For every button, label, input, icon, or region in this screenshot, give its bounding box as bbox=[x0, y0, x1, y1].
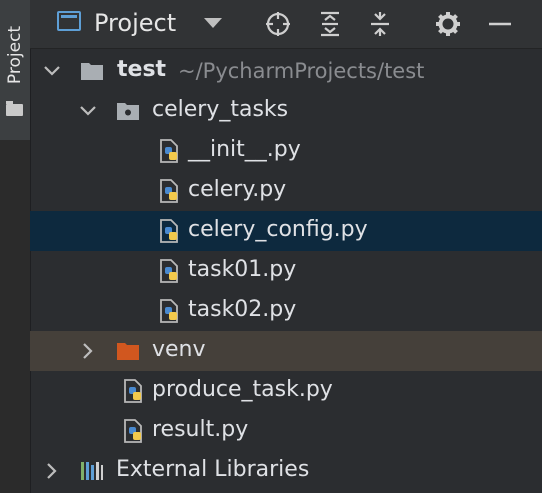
tree-row-external-libraries[interactable]: External Libraries bbox=[30, 451, 542, 491]
tree-row-file[interactable]: __init__.py bbox=[30, 131, 542, 171]
tree-item-label: celery_config.py bbox=[188, 217, 368, 242]
python-file-icon bbox=[122, 379, 146, 403]
tree-row-root[interactable]: test ~/PycharmProjects/test bbox=[30, 51, 542, 91]
python-file-icon bbox=[158, 259, 182, 283]
package-folder-icon bbox=[116, 99, 140, 123]
chevron-right-icon[interactable] bbox=[42, 461, 62, 481]
tree-item-label: venv bbox=[152, 337, 206, 362]
project-panel-header: Project bbox=[30, 0, 542, 49]
tree-item-label: celery.py bbox=[188, 177, 287, 202]
folder-icon bbox=[6, 101, 23, 116]
chevron-down-icon[interactable] bbox=[42, 61, 62, 81]
tree-row-file[interactable]: task01.py bbox=[30, 251, 542, 291]
project-path: ~/PycharmProjects/test bbox=[178, 59, 425, 83]
project-view-selector[interactable]: Project bbox=[94, 9, 176, 37]
tree-item-label: task01.py bbox=[188, 257, 297, 282]
chevron-right-icon[interactable] bbox=[78, 341, 98, 361]
tree-row-venv[interactable]: venv bbox=[30, 331, 542, 371]
tree-row-package[interactable]: celery_tasks bbox=[30, 91, 542, 131]
project-view-icon bbox=[57, 11, 81, 31]
tree-item-label: result.py bbox=[152, 417, 249, 442]
tree-item-label: test bbox=[117, 57, 167, 82]
tool-window-strip: Project bbox=[0, 0, 31, 493]
tree-row-file[interactable]: celery.py bbox=[30, 171, 542, 211]
tree-row-file[interactable]: result.py bbox=[30, 411, 542, 451]
expand-all-icon[interactable] bbox=[316, 10, 344, 38]
project-tool-tab[interactable]: Project bbox=[0, 0, 30, 140]
collapse-all-icon[interactable] bbox=[366, 10, 394, 38]
tree-item-label: External Libraries bbox=[116, 457, 310, 482]
tree-item-label: celery_tasks bbox=[152, 97, 289, 122]
tree-item-label: __init__.py bbox=[188, 137, 301, 162]
project-tool-tab-label: Project bbox=[5, 25, 25, 85]
tree-item-label: produce_task.py bbox=[152, 377, 333, 402]
folder-icon bbox=[80, 59, 104, 83]
locate-file-icon[interactable] bbox=[264, 10, 292, 38]
python-file-icon bbox=[158, 219, 182, 243]
python-file-icon bbox=[158, 139, 182, 163]
chevron-down-icon[interactable] bbox=[78, 101, 98, 121]
hide-panel-icon[interactable] bbox=[486, 10, 514, 38]
python-file-icon bbox=[158, 179, 182, 203]
tree-row-file[interactable]: produce_task.py bbox=[30, 371, 542, 411]
library-icon bbox=[80, 459, 104, 483]
excluded-folder-icon bbox=[116, 339, 140, 363]
python-file-icon bbox=[158, 299, 182, 323]
dropdown-caret-icon[interactable] bbox=[204, 18, 222, 28]
tree-row-file[interactable]: task02.py bbox=[30, 291, 542, 331]
tree-item-label: task02.py bbox=[188, 297, 297, 322]
gear-icon[interactable] bbox=[434, 10, 462, 38]
python-file-icon bbox=[122, 419, 146, 443]
tree-row-file-selected[interactable]: celery_config.py bbox=[30, 211, 542, 251]
